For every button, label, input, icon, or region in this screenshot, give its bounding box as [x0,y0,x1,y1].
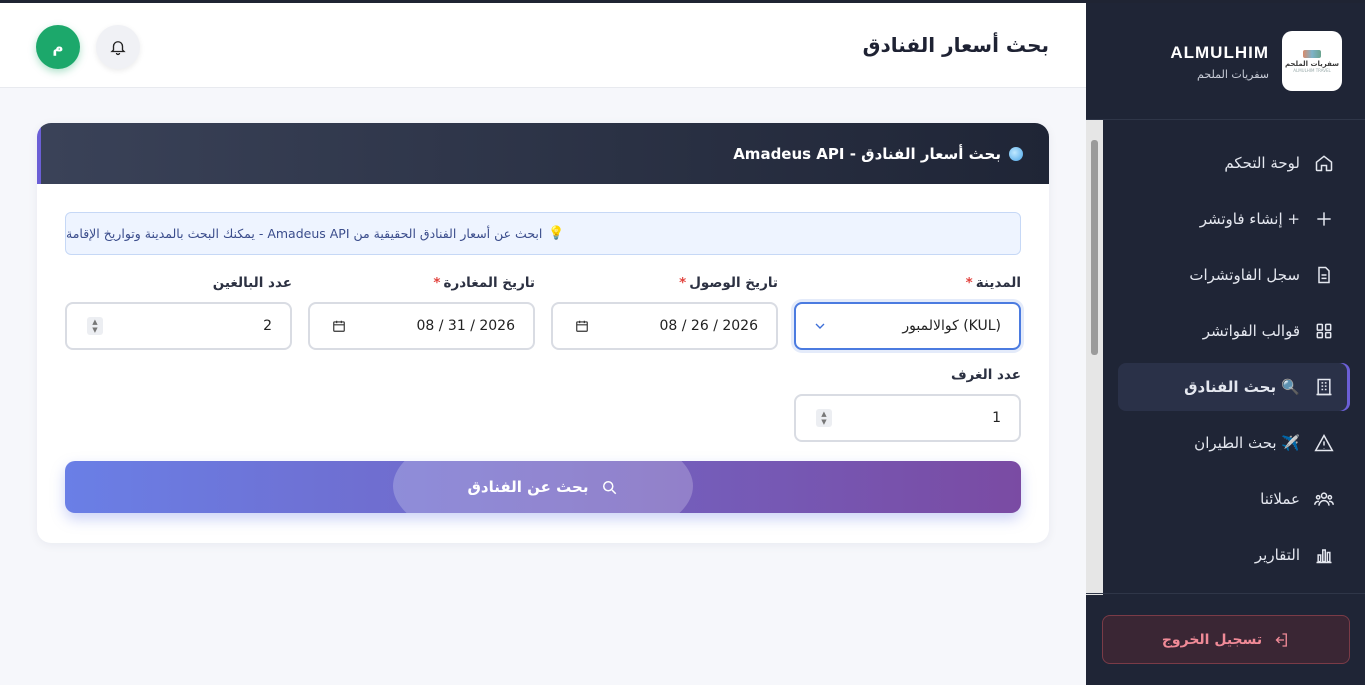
scrollbar-thumb[interactable] [1091,140,1098,355]
sidebar-item-templates[interactable]: قوالب الفواتشر [1118,307,1350,355]
magnifier-icon [1009,147,1023,161]
chevron-down-icon [812,318,828,334]
sidebar-item-customers[interactable]: عملائنا [1118,475,1350,523]
stepper-arrows-icon[interactable]: ▲ ▼ [816,409,832,427]
search-button-label: بحث عن الفنادق [467,478,589,496]
departure-label-text: تاريخ المغادرة [443,275,535,291]
logo-text: سفريات الملحم [1284,59,1340,68]
rooms-input[interactable]: 1 ▲ ▼ [794,394,1021,442]
arrival-value: 08 / 26 / 2026 [659,318,759,334]
card-header: بحث أسعار الفنادق - Amadeus API [37,123,1049,184]
sidebar-item-label: التقارير [1254,546,1300,564]
brand-area: سفريات الملحم ALMULHIM TRAVEL ALMULHIM س… [1086,3,1365,120]
hint-text: ابحث عن أسعار الفنادق الحقيقية من Amadeu… [66,226,543,241]
bell-icon [110,41,126,56]
sidebar: سفريات الملحم ALMULHIM TRAVEL ALMULHIM س… [1086,3,1365,685]
search-hotels-button[interactable]: بحث عن الفنادق [65,461,1021,513]
logo: سفريات الملحم ALMULHIM TRAVEL [1282,31,1342,91]
info-hint: 💡 ابحث عن أسعار الفنادق الحقيقية من Amad… [65,212,1021,255]
city-value: كوالالمبور (KUL) [902,318,1001,334]
required-mark: * [433,275,441,291]
sidebar-scrollbar[interactable] [1086,120,1103,595]
calendar-icon[interactable] [575,319,589,333]
sidebar-item-dashboard[interactable]: لوحة التحكم [1118,139,1350,187]
top-border [0,0,1365,3]
logout-area: تسجيل الخروج [1086,593,1365,685]
users-icon [1314,492,1334,506]
sidebar-item-label: 🔍 بحث الفنادق [1184,378,1300,396]
city-label-text: المدينة [975,275,1021,291]
adults-input[interactable]: 2 ▲ ▼ [65,302,292,350]
bar-chart-icon [1316,549,1332,564]
grid-icon [1316,323,1332,339]
warning-triangle-icon [1314,433,1334,452]
plus-icon [1317,212,1331,226]
logout-button[interactable]: تسجيل الخروج [1102,615,1350,664]
arrival-date-input[interactable]: 08 / 26 / 2026 [551,302,778,350]
lightbulb-icon: 💡 [548,226,565,241]
sidebar-item-flight-search[interactable]: ✈️ بحث الطيران [1118,419,1350,467]
building-icon [1316,378,1332,396]
sidebar-item-label: + إنشاء فاوتشر [1199,210,1300,228]
sidebar-item-create-voucher[interactable]: + إنشاء فاوتشر [1118,195,1350,243]
departure-value: 08 / 31 / 2026 [416,318,516,334]
card-title-wrap: بحث أسعار الفنادق - Amadeus API [733,145,1023,163]
arrival-label: تاريخ الوصول* [552,275,778,291]
adults-label: عدد البالغين [212,275,292,291]
sidebar-item-label: عملائنا [1260,490,1300,508]
calendar-icon[interactable] [332,319,346,333]
sidebar-item-voucher-log[interactable]: سجل الفاوتشرات [1118,251,1350,299]
stepper-arrows-icon[interactable]: ▲ ▼ [87,317,103,335]
hotel-search-card: بحث أسعار الفنادق - Amadeus API 💡 ابحث ع… [37,123,1049,543]
adults-value: 2 [263,318,272,334]
brand-subtitle: سفريات الملحم [1197,68,1269,81]
logo-mark [1303,49,1321,58]
departure-label: تاريخ المغادرة* [309,275,535,291]
card-title: بحث أسعار الفنادق - Amadeus API [733,145,1001,163]
sidebar-item-label: سجل الفاوتشرات [1189,266,1300,284]
required-mark: * [965,275,973,291]
departure-date-input[interactable]: 08 / 31 / 2026 [308,302,535,350]
sidebar-item-label: لوحة التحكم [1224,154,1300,172]
city-select[interactable]: كوالالمبور (KUL) [794,302,1021,350]
search-icon [603,481,617,495]
page-title: بحث أسعار الفنادق [862,33,1049,57]
home-icon [1315,155,1333,172]
rooms-value: 1 [992,410,1001,426]
sidebar-item-label: ✈️ بحث الطيران [1194,434,1300,452]
sidebar-item-label: قوالب الفواتشر [1202,322,1300,340]
sidebar-item-hotel-search[interactable]: 🔍 بحث الفنادق [1118,363,1350,411]
top-header: بحث أسعار الفنادق م [0,3,1086,88]
rooms-label: عدد الغرف [950,367,1021,383]
required-mark: * [679,275,687,291]
notifications-button[interactable] [96,25,140,69]
sidebar-nav: لوحة التحكم + إنشاء فاوتشر سجل الفاوتشرا… [1118,139,1350,587]
city-label: المدينة* [795,275,1021,291]
logo-subtext: ALMULHIM TRAVEL [1293,67,1331,73]
avatar[interactable]: م [36,25,80,69]
logout-label: تسجيل الخروج [1161,631,1263,648]
document-icon [1318,266,1330,284]
brand-title: ALMULHIM [1170,43,1269,62]
logout-icon [1275,632,1288,647]
arrival-label-text: تاريخ الوصول [689,275,778,291]
sidebar-item-reports[interactable]: التقارير [1118,531,1350,579]
